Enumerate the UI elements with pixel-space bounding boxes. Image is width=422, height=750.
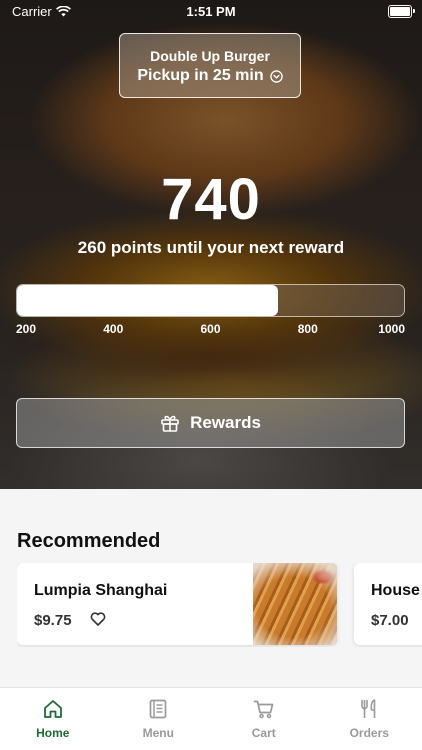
pickup-location-selector[interactable]: Double Up Burger Pickup in 25 min: [119, 33, 301, 98]
store-name: Double Up Burger: [150, 48, 270, 64]
chevron-down-circle-icon: [269, 69, 283, 83]
heart-outline-icon[interactable]: [90, 611, 106, 627]
progress-tick-label: 200: [16, 322, 37, 336]
points-balance: 740: [161, 167, 261, 232]
tab-cart[interactable]: Cart: [211, 688, 317, 750]
tab-home-label: Home: [36, 726, 70, 740]
recommended-item-house[interactable]: House $7.00: [354, 563, 422, 645]
pickup-time: Pickup in 25 min: [137, 67, 264, 84]
item-name: Lumpia Shanghai: [34, 582, 168, 599]
cart-icon: [253, 700, 274, 719]
tab-menu-label: Menu: [142, 726, 174, 740]
recommended-title: Recommended: [17, 530, 161, 552]
recommended-carousel[interactable]: Lumpia Shanghai $9.75 House $7.00: [17, 563, 422, 647]
tab-orders-label: Orders: [349, 726, 389, 740]
tab-bar: Home Menu Cart Orders: [0, 687, 422, 750]
points-remaining-message: 260 points until your next reward: [77, 238, 345, 257]
tab-home[interactable]: Home: [0, 688, 106, 750]
gift-icon: [161, 415, 179, 432]
tab-cart-label: Cart: [251, 726, 276, 740]
progress-tick-label: 1000: [378, 322, 405, 336]
menu-book-icon: [149, 699, 167, 719]
item-photo: [253, 563, 337, 645]
tab-orders[interactable]: Orders: [317, 688, 422, 750]
rewards-progress-ticks: 200 400 600 800 1000: [0, 322, 422, 338]
rewards-button[interactable]: Rewards: [16, 398, 405, 448]
status-bar: Carrier 1:51 PM: [0, 0, 422, 22]
home-icon: [43, 700, 62, 718]
item-price: $9.75: [34, 612, 72, 629]
tab-menu[interactable]: Menu: [106, 688, 212, 750]
progress-tick-label: 800: [297, 322, 318, 336]
rewards-progress-bar: [16, 284, 405, 317]
progress-tick-label: 600: [200, 322, 221, 336]
rewards-progress-fill: [17, 285, 279, 316]
hero-section: Carrier 1:51 PM Double Up Burger Pickup …: [0, 0, 422, 489]
recommended-item-lumpia-shanghai[interactable]: Lumpia Shanghai $9.75: [17, 563, 337, 645]
clock: 1:51 PM: [186, 4, 236, 19]
item-name: House: [371, 582, 420, 599]
utensils-icon: [361, 699, 376, 718]
progress-tick-label: 400: [103, 322, 124, 336]
rewards-button-label: Rewards: [190, 413, 261, 432]
battery-full-icon: [388, 5, 415, 18]
item-price: $7.00: [371, 612, 409, 629]
